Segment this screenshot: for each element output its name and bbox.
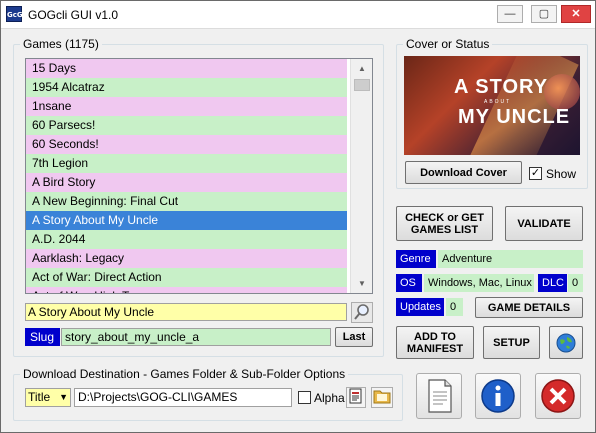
app-icon: GcG — [6, 6, 23, 22]
list-item[interactable]: 1954 Alcatraz — [26, 78, 347, 97]
updates-label: Updates — [396, 298, 444, 316]
os-label: OS — [396, 274, 422, 292]
slug-label: Slug — [25, 328, 60, 346]
search-button[interactable] — [351, 302, 373, 323]
globe-icon — [556, 333, 576, 352]
show-cover-checkbox[interactable]: ✓ — [529, 167, 542, 180]
cover-image: A STORY ABOUT MY UNCLE — [404, 56, 580, 155]
document-list-icon — [349, 388, 362, 404]
scroll-thumb[interactable] — [354, 79, 370, 91]
dlc-label: DLC — [538, 274, 567, 292]
list-item[interactable]: 15 Days — [26, 59, 347, 78]
show-cover-label: Show — [546, 167, 577, 181]
games-list[interactable]: 15 Days 1954 Alcatraz 1nsane 60 Parsecs! 60 … — [25, 58, 373, 294]
list-item[interactable]: 60 Seconds! — [26, 135, 347, 154]
minimize-button[interactable]: — — [497, 5, 523, 23]
search-icon — [354, 304, 369, 320]
info-icon — [481, 379, 515, 413]
list-item[interactable]: 60 Parsecs! — [26, 116, 347, 135]
info-button[interactable] — [475, 373, 521, 419]
cover-title-line1: A STORY — [454, 76, 549, 98]
destination-legend: Download Destination - Games Folder & Su… — [23, 367, 346, 381]
setup-button[interactable]: SETUP — [483, 326, 540, 359]
cover-title-line2: ABOUT — [484, 99, 512, 105]
genre-label: Genre — [396, 250, 436, 268]
dlc-value: 0 — [568, 274, 583, 292]
alpha-label: Alpha — [314, 391, 345, 405]
alpha-checkbox[interactable] — [298, 391, 311, 404]
title-bar[interactable]: GcG GOGcli GUI v1.0 — ▢ ✕ — [1, 1, 595, 29]
app-window: GcG GOGcli GUI v1.0 — ▢ ✕ Games (1175) 1… — [0, 0, 596, 433]
list-item[interactable]: 7th Legion — [26, 154, 347, 173]
check-get-games-list-button[interactable]: CHECK or GET GAMES LIST — [396, 206, 493, 241]
scroll-up-icon[interactable]: ▲ — [353, 61, 371, 76]
destination-path-field[interactable]: D:\Projects\GOG-CLI\GAMES — [74, 388, 292, 407]
list-item[interactable]: A.D. 2044 — [26, 230, 347, 249]
genre-value: Adventure — [438, 250, 583, 268]
games-legend: Games (1175) — [23, 37, 99, 51]
folder-icon — [373, 390, 391, 404]
list-item[interactable]: A Story About My Uncle — [26, 211, 347, 230]
exit-button[interactable] — [535, 373, 581, 419]
game-title-field[interactable]: A Story About My Uncle — [25, 303, 347, 321]
web-button[interactable] — [549, 326, 583, 359]
list-item[interactable]: Act of War: Direct Action — [26, 268, 347, 287]
os-value: Windows, Mac, Linux — [424, 274, 534, 292]
add-to-manifest-button[interactable]: ADD TO MANIFEST — [396, 326, 474, 359]
list-item[interactable]: A New Beginning: Final Cut — [26, 192, 347, 211]
games-list-scrollbar[interactable]: ▲ ▼ — [350, 59, 372, 293]
list-item[interactable]: Act of War: High Treason — [26, 287, 347, 293]
close-window-button[interactable]: ✕ — [561, 5, 591, 23]
cover-legend: Cover or Status — [406, 37, 490, 51]
chevron-down-icon: ▼ — [59, 392, 68, 402]
updates-value: 0 — [446, 298, 463, 316]
window-title: GOGcli GUI v1.0 — [28, 8, 119, 22]
maximize-button[interactable]: ▢ — [531, 5, 557, 23]
last-button[interactable]: Last — [335, 327, 373, 347]
list-item[interactable]: Aarklash: Legacy — [26, 249, 347, 268]
download-cover-button[interactable]: Download Cover — [405, 161, 522, 184]
list-item[interactable]: 1nsane — [26, 97, 347, 116]
list-item[interactable]: A Bird Story — [26, 173, 347, 192]
scroll-down-icon[interactable]: ▼ — [353, 276, 371, 291]
subfolder-select-value: Title — [28, 390, 51, 404]
slug-field[interactable]: story_about_my_uncle_a — [61, 328, 331, 346]
close-icon — [541, 379, 575, 413]
validate-button[interactable]: VALIDATE — [505, 206, 583, 241]
game-details-button[interactable]: GAME DETAILS — [475, 297, 583, 318]
browse-folder-button[interactable] — [371, 387, 393, 408]
cover-title-line3: MY UNCLE — [458, 106, 571, 128]
document-icon — [428, 379, 452, 413]
open-folder-list-button[interactable] — [346, 387, 366, 408]
open-log-button[interactable] — [416, 373, 462, 419]
subfolder-select[interactable]: Title ▼ — [25, 388, 71, 407]
